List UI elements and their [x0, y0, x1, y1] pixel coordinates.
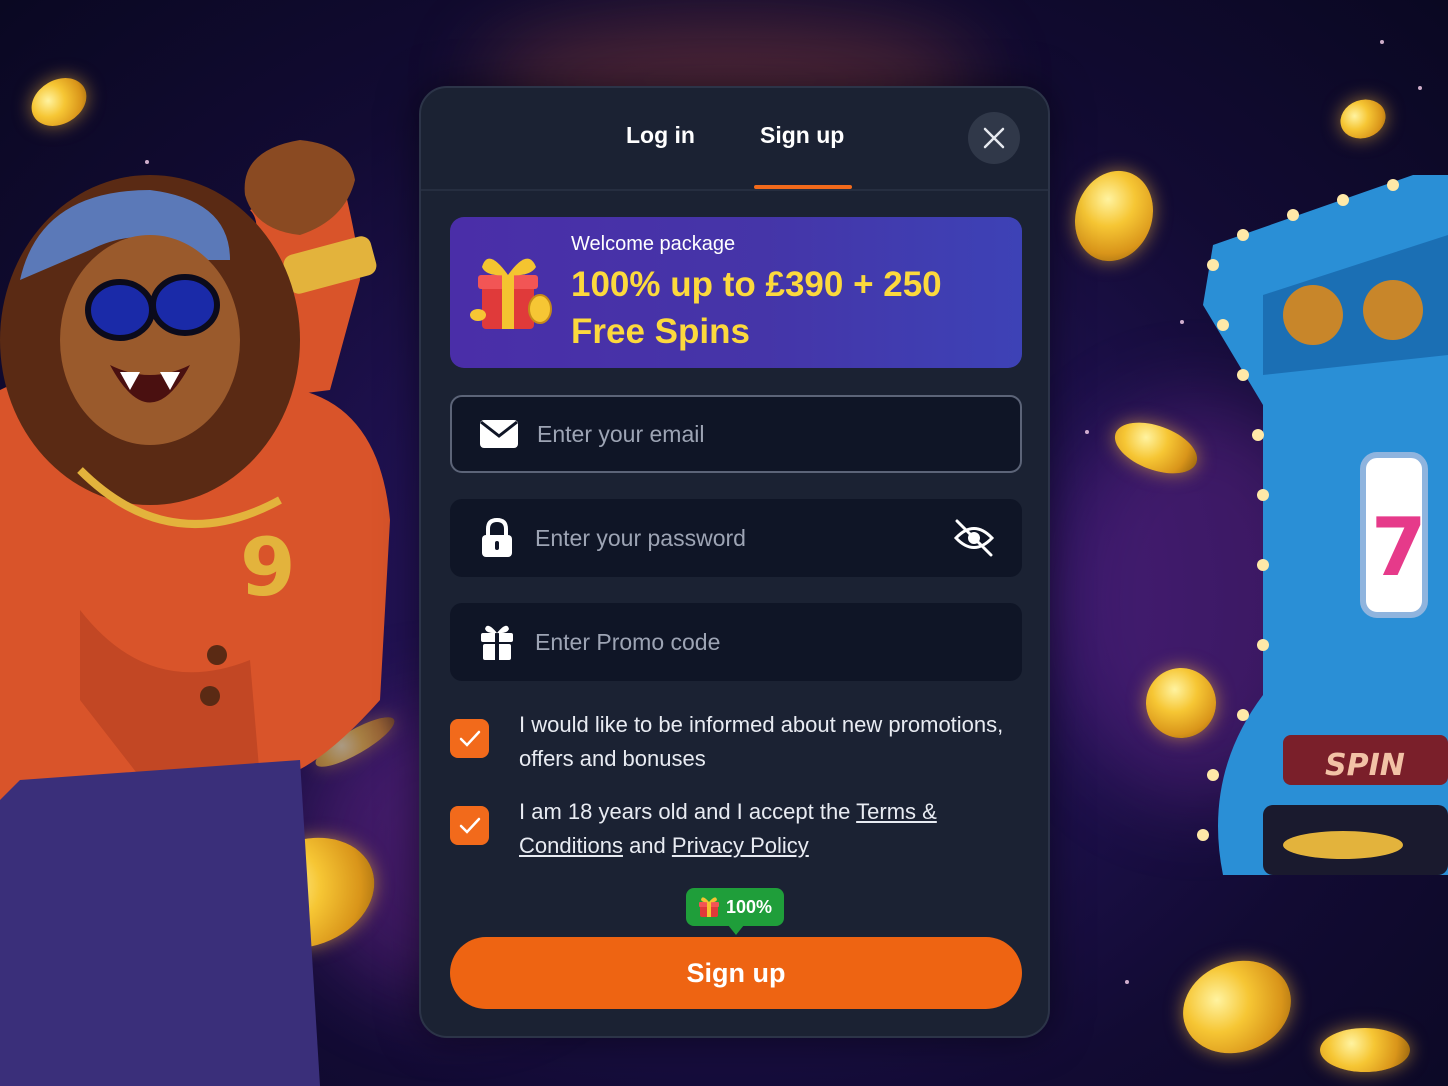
svg-text:9: 9 — [240, 521, 296, 614]
promo-code-field[interactable] — [450, 603, 1022, 681]
email-input[interactable] — [537, 420, 1020, 448]
slot-machine-illustration: 7 SPIN — [1197, 175, 1448, 875]
email-field[interactable] — [450, 395, 1022, 473]
auth-modal: Log in Sign up Welcome package 100% up t… — [419, 86, 1050, 1038]
coin — [1062, 159, 1166, 273]
eye-off-icon — [953, 519, 995, 557]
sparkle — [1125, 980, 1129, 984]
close-button[interactable] — [968, 112, 1020, 164]
checkmark-icon — [459, 730, 480, 747]
privacy-policy-link[interactable]: Privacy Policy — [672, 833, 809, 858]
newsletter-checkbox[interactable] — [450, 719, 489, 758]
bonus-badge-text: 100% — [725, 896, 773, 917]
tab-signup[interactable]: Sign up — [760, 122, 844, 149]
terms-label-middle: and — [622, 833, 672, 858]
sparkle — [1085, 430, 1089, 434]
signup-button[interactable]: Sign up — [450, 937, 1022, 1009]
checkmark-icon — [459, 817, 480, 834]
terms-checkbox[interactable] — [450, 806, 489, 845]
envelope-icon — [479, 414, 519, 454]
gift-icon — [477, 622, 517, 662]
promo-code-input[interactable] — [535, 628, 1022, 656]
promo-subtitle: Welcome package — [571, 233, 736, 255]
lock-icon — [477, 518, 517, 558]
password-input[interactable] — [535, 524, 952, 552]
terms-label: I am 18 years old and I accept the Terms… — [519, 795, 1010, 863]
newsletter-consent-row: I would like to be informed about new pr… — [450, 708, 1010, 776]
terms-label-prefix: I am 18 years old and I accept the — [519, 799, 857, 824]
auth-tabs: Log in Sign up — [421, 88, 1048, 191]
tab-login[interactable]: Log in — [626, 122, 695, 149]
toggle-password-visibility-button[interactable] — [952, 516, 996, 560]
gift-icon — [698, 897, 719, 917]
coin — [22, 68, 96, 136]
sparkle — [1380, 40, 1384, 44]
promo-title: 100% up to £390 + 250 Free Spins — [571, 265, 942, 351]
sparkle — [1418, 86, 1422, 90]
password-field[interactable] — [450, 499, 1022, 577]
coin — [1334, 93, 1392, 145]
welcome-promo-banner: Welcome package 100% up to £390 + 250 Fr… — [450, 217, 1022, 368]
bonus-badge: 100% — [686, 888, 784, 935]
newsletter-label: I would like to be informed about new pr… — [519, 712, 1004, 771]
svg-text:SPIN: SPIN — [1325, 748, 1405, 783]
lion-mascot-illustration: 9 — [0, 140, 390, 1086]
coin — [1320, 1028, 1410, 1072]
close-icon — [983, 127, 1005, 149]
terms-consent-row: I am 18 years old and I accept the Terms… — [450, 795, 1010, 863]
gift-box-icon — [470, 258, 552, 329]
svg-text:7: 7 — [1371, 501, 1427, 594]
active-tab-indicator — [754, 185, 852, 189]
